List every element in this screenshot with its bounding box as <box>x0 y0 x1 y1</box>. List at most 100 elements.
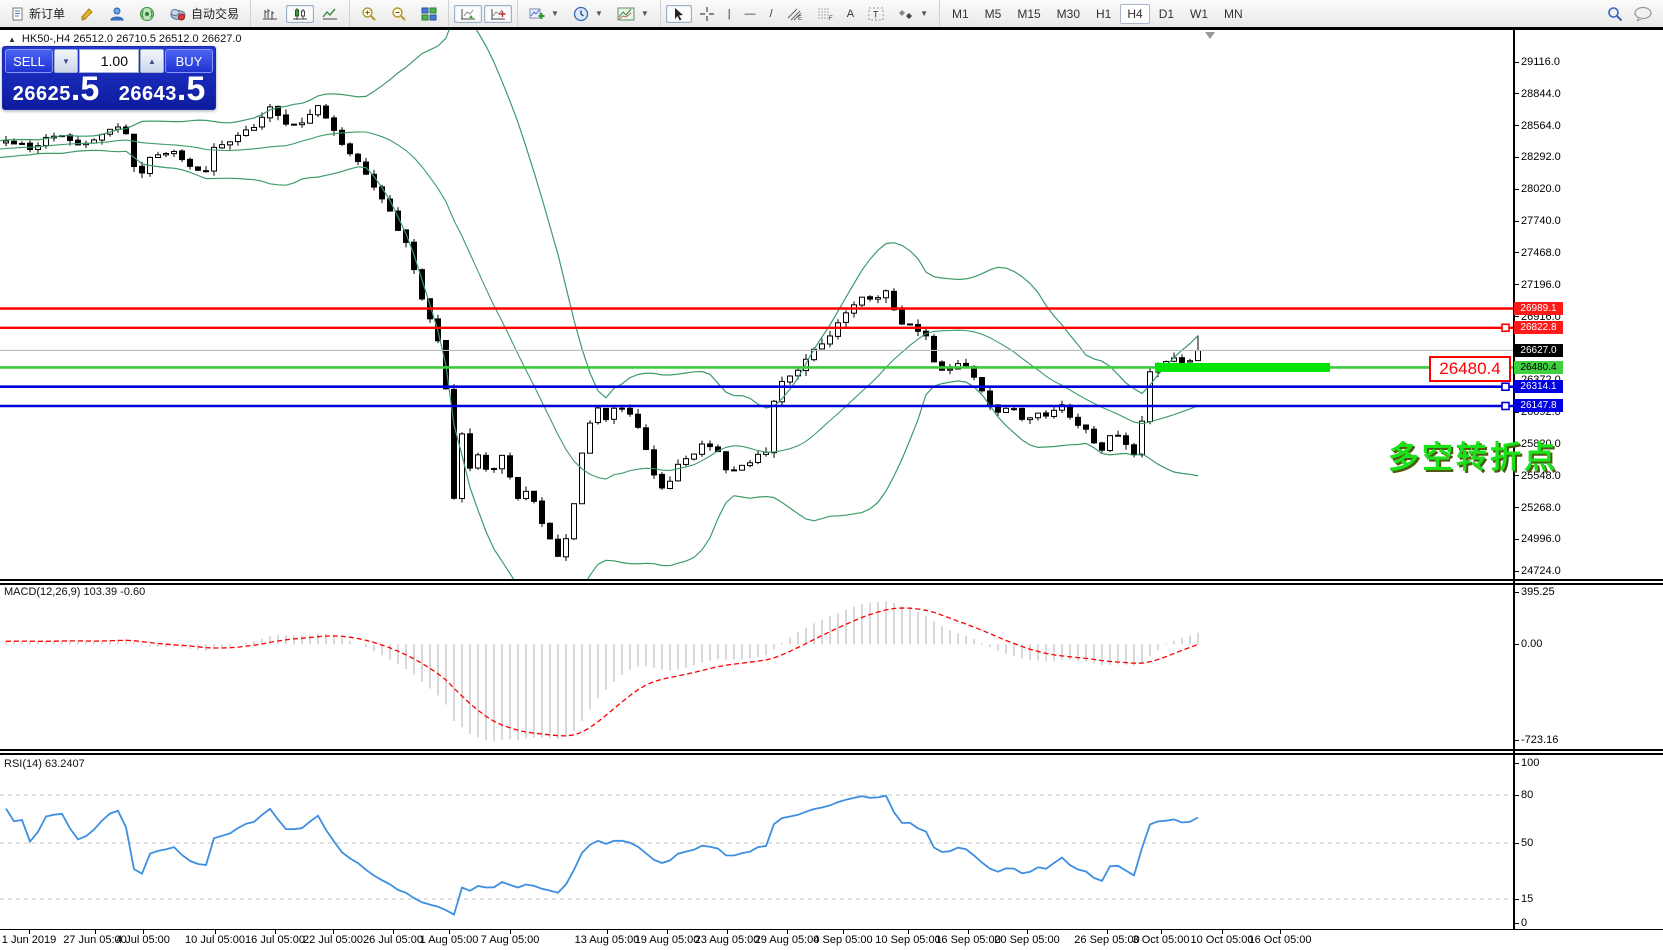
chat-icon[interactable] <box>1633 6 1653 22</box>
tab-timeframe-w1[interactable]: W1 <box>1183 4 1215 24</box>
tab-timeframe-m5[interactable]: M5 <box>978 4 1009 24</box>
price-tick-mark <box>1515 571 1519 572</box>
chart-shift-button[interactable] <box>484 5 512 23</box>
style-button[interactable] <box>73 5 101 23</box>
vertical-line-button[interactable]: | <box>722 5 737 23</box>
arrows-dropdown-arrow[interactable]: ▼ <box>920 9 928 18</box>
cursor-icon <box>672 7 686 21</box>
chart-window: ▲ HK50-,H4 26512.0 26710.5 26512.0 26627… <box>0 30 1663 949</box>
auto-trading-button[interactable]: 自动交易 <box>163 5 245 23</box>
collapse-triangle-icon[interactable]: ▲ <box>8 35 16 44</box>
macd-label: MACD(12,26,9) 103.39 -0.60 <box>4 586 145 598</box>
price-tick-mark <box>1515 284 1519 285</box>
text-tool-button[interactable]: A <box>841 5 860 23</box>
sell-price-main: 26625 <box>13 83 71 106</box>
auto-scroll-button[interactable] <box>454 5 482 23</box>
new-order-button[interactable]: 新订单 <box>5 5 71 23</box>
label-tool-button[interactable]: T <box>862 5 890 23</box>
cursor-button[interactable] <box>666 5 692 23</box>
time-axis[interactable]: 1 Jun 201927 Jun 05:004 Jul 05:0010 Jul … <box>0 929 1663 950</box>
chart-title-text: HK50-,H4 26512.0 26710.5 26512.0 26627.0 <box>22 33 242 45</box>
price-axis[interactable]: 29116.028844.028564.028292.028020.027740… <box>1515 30 1663 929</box>
rsi-tick-mark <box>1515 899 1519 900</box>
time-tick-label: 1 Jun 2019 <box>2 934 56 946</box>
macd-tick-label: -723.16 <box>1521 734 1558 746</box>
signal-icon <box>139 6 155 22</box>
price-tag-26989.1[interactable]: 26989.1 <box>1514 302 1563 315</box>
fibonacci-button[interactable]: F <box>811 5 839 23</box>
arrows-button[interactable]: ▼ <box>892 5 934 23</box>
volume-up-button[interactable]: ▲ <box>140 49 164 73</box>
templates-dropdown-arrow[interactable]: ▼ <box>641 9 649 18</box>
tab-timeframe-m1[interactable]: M1 <box>945 4 976 24</box>
rsi-tick-mark <box>1515 795 1519 796</box>
rsi-indicator-chart[interactable] <box>0 756 1513 928</box>
fibonacci-icon: F <box>817 7 833 21</box>
panel-separator[interactable] <box>0 753 1663 755</box>
buy-price[interactable]: 26643 .5 <box>109 75 215 107</box>
zoom-out-button[interactable] <box>385 5 413 23</box>
indicators-dropdown-arrow[interactable]: ▼ <box>551 9 559 18</box>
time-tick-label: 20 Sep 05:00 <box>994 934 1059 946</box>
sell-price[interactable]: 26625 .5 <box>3 75 109 107</box>
svg-text:E: E <box>798 16 802 21</box>
rsi-label: RSI(14) 63.2407 <box>4 758 85 770</box>
price-tick-label: 27468.0 <box>1521 247 1561 259</box>
tab-timeframe-mn[interactable]: MN <box>1217 4 1250 24</box>
search-icon[interactable] <box>1607 6 1623 22</box>
price-tag-26147.8[interactable]: 26147.8 <box>1514 399 1563 412</box>
price-tick-label: 28020.0 <box>1521 183 1561 195</box>
toolbar-group-tools: | — / E F A T ▼ <box>660 0 939 27</box>
tab-timeframe-m30[interactable]: M30 <box>1050 4 1087 24</box>
time-tick-label: 23 Aug 05:00 <box>695 934 760 946</box>
chart-shift-marker-icon[interactable] <box>1205 32 1215 39</box>
horizontal-line-button[interactable]: — <box>739 5 762 23</box>
line-chart-icon <box>322 7 338 21</box>
tab-timeframe-d1[interactable]: D1 <box>1152 4 1181 24</box>
bar-chart-button[interactable] <box>256 5 284 23</box>
rsi-tick-label: 15 <box>1521 893 1533 905</box>
auto-scroll-icon <box>460 7 476 21</box>
price-tag-26314.1[interactable]: 26314.1 <box>1514 380 1563 393</box>
rsi-tick-mark <box>1515 763 1519 764</box>
price-tick-mark <box>1515 157 1519 158</box>
sell-button[interactable]: SELL <box>5 49 53 73</box>
channel-icon: E <box>787 7 803 21</box>
chinese-annotation-text[interactable]: 多空转折点 <box>1388 432 1558 477</box>
price-tag-26822.8[interactable]: 26822.8 <box>1514 321 1563 334</box>
macd-indicator-chart[interactable] <box>0 585 1513 748</box>
trendline-button[interactable]: / <box>764 5 779 23</box>
toolbar-group-timeframes: M1M5M15M30H1H4D1W1MN <box>939 0 1255 27</box>
panel-separator[interactable] <box>0 749 1663 751</box>
signals-button[interactable] <box>133 5 161 23</box>
zoom-in-button[interactable] <box>355 5 383 23</box>
panel-separator[interactable] <box>0 579 1663 581</box>
price-tag-26627.0[interactable]: 26627.0 <box>1514 344 1563 357</box>
level-annotation-box[interactable]: 26480.4 <box>1429 356 1511 382</box>
tab-timeframe-h1[interactable]: H1 <box>1089 4 1118 24</box>
channel-button[interactable]: E <box>781 5 809 23</box>
tab-timeframe-h4[interactable]: H4 <box>1120 4 1149 24</box>
price-tag-26480.4[interactable]: 26480.4 <box>1514 361 1563 374</box>
crosshair-button[interactable] <box>694 5 720 23</box>
templates-button[interactable]: ▼ <box>611 5 655 23</box>
tab-timeframe-m15[interactable]: M15 <box>1010 4 1047 24</box>
candle-chart-button[interactable] <box>286 5 314 23</box>
tile-windows-button[interactable] <box>415 5 443 23</box>
time-tick-label: 26 Jul 05:00 <box>363 934 423 946</box>
rsi-tick-label: 0 <box>1521 917 1527 929</box>
price-tick-label: 25268.0 <box>1521 502 1561 514</box>
indicators-button[interactable]: ▼ <box>523 5 565 23</box>
time-tick-label: 7 Aug 05:00 <box>481 934 540 946</box>
price-tick-label: 28292.0 <box>1521 151 1561 163</box>
indicators-icon <box>529 7 545 21</box>
main-price-chart[interactable] <box>0 30 1513 579</box>
new-order-label: 新订单 <box>29 5 65 22</box>
line-chart-button[interactable] <box>316 5 344 23</box>
toolbar-group-zoom <box>349 0 448 27</box>
time-tick-label: 19 Aug 05:00 <box>635 934 700 946</box>
time-tick-label: 13 Aug 05:00 <box>575 934 640 946</box>
periods-button[interactable]: ▼ <box>567 5 609 23</box>
profile-button[interactable] <box>103 5 131 23</box>
periods-dropdown-arrow[interactable]: ▼ <box>595 9 603 18</box>
